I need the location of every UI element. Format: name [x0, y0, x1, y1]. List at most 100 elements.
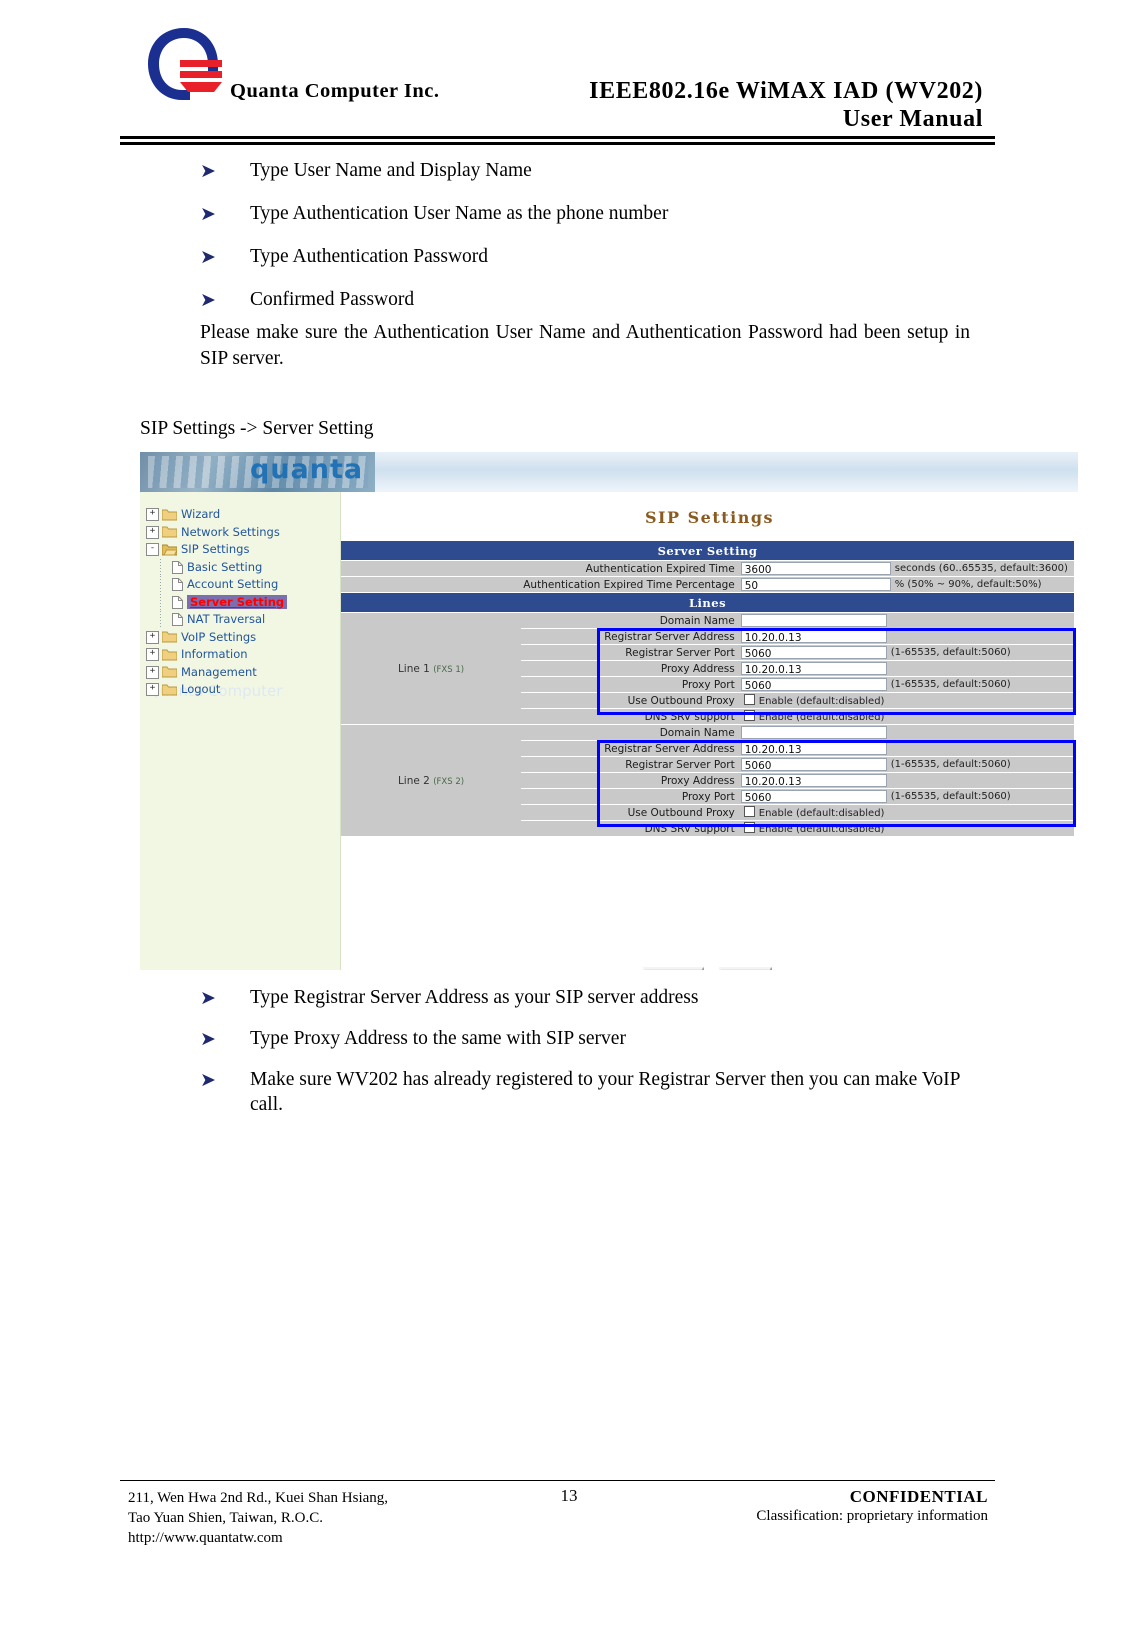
field-value-cell: 5060 (1-65535, default:5060) [739, 645, 1074, 660]
row-spacer [521, 645, 604, 660]
folder-open-icon [162, 544, 177, 556]
input-authentication-expired-time-percentage[interactable]: 50 [740, 578, 891, 592]
arrow-bullet-icon: ➤ [200, 289, 216, 311]
sidebar-item-label: SIP Settings [181, 542, 250, 556]
field-label: DNS SRV support [603, 821, 740, 836]
field-value-cell: 5060 (1-65535, default:5060) [739, 757, 1074, 772]
tree-expander-icon[interactable]: + [146, 525, 159, 539]
form-buttons: Submit Reset [341, 966, 1074, 970]
checkbox-icon[interactable] [743, 694, 755, 705]
input-authentication-expired-time[interactable]: 3600 [740, 562, 891, 576]
section-title: SIP Settings -> Server Setting [140, 418, 374, 439]
field-value-cell: Enable (default:disabled) [739, 805, 1074, 820]
checkbox-label: Enable (default:disabled) [758, 712, 885, 723]
line-name: Line 1 [397, 662, 430, 675]
sidebar-item-wizard[interactable]: + Wizard [146, 506, 341, 524]
field-label: DNS SRV support [603, 709, 740, 724]
sidebar-item-sip-settings[interactable]: - SIP Settings [146, 541, 341, 559]
table-row: Line 2 (FXS 2) Domain Name [341, 725, 1074, 836]
sidebar-item-management[interactable]: + Management [146, 664, 341, 682]
input-registrar-server-port[interactable]: 5060 [740, 646, 887, 660]
checkbox-icon[interactable] [743, 822, 755, 833]
input-domain-name[interactable] [740, 726, 887, 739]
row-spacer [521, 661, 604, 676]
sidebar-item-nat-traversal[interactable]: NAT Traversal [146, 611, 341, 629]
classification-label: Classification: proprietary information [756, 1508, 988, 1524]
row-spacer [521, 629, 604, 644]
instruction-item: ➤ Type Authentication Password [200, 244, 1000, 269]
input-domain-name[interactable] [740, 614, 887, 627]
tree-expander-icon[interactable]: + [146, 683, 159, 697]
field-label: Proxy Port [603, 677, 740, 692]
submit-button[interactable]: Submit [643, 967, 705, 970]
sidebar-item-voip-settings[interactable]: + VoIP Settings [146, 629, 341, 647]
input-proxy-port[interactable]: 5060 [740, 790, 887, 804]
lines-header: Lines [341, 593, 1074, 612]
document-icon [172, 560, 183, 574]
sidebar-item-label: Network Settings [181, 524, 280, 539]
checkbox-use-outbound-proxy[interactable]: Enable (default:disabled) [741, 806, 884, 819]
tree-expander-icon[interactable]: + [146, 508, 159, 522]
row-spacer [521, 677, 604, 692]
field-value-cell [739, 725, 1074, 740]
row-spacer [521, 773, 604, 788]
instruction-text: Confirmed Password [250, 289, 415, 310]
navigation-tree: + Wizard + Network Settings - SIP Settings Bas… [146, 506, 341, 699]
checkbox-icon[interactable] [743, 806, 755, 817]
field-value-cell [739, 613, 1074, 628]
field-label: Domain Name [603, 725, 740, 740]
sidebar-item-label: VoIP Settings [181, 629, 257, 644]
field-label: Authentication Expired Time [521, 561, 740, 576]
instruction-list-bottom: ➤ Type Registrar Server Address as your S… [200, 985, 990, 1133]
input-registrar-server-address[interactable]: 10.20.0.13 [740, 742, 887, 756]
line-port: (FXS 1) [433, 664, 465, 675]
checkbox-dns-srv-support[interactable]: Enable (default:disabled) [741, 710, 885, 723]
sidebar-item-basic-setting[interactable]: Basic Setting [146, 558, 341, 576]
note-paragraph-top: Please make sure the Authentication User… [200, 322, 970, 369]
field-label: Domain Name [603, 613, 740, 628]
sidebar-item-label: Wizard [181, 507, 221, 521]
tree-expander-icon[interactable]: + [146, 665, 159, 679]
sidebar-item-account-setting[interactable]: Account Setting [146, 576, 341, 594]
input-proxy-address[interactable]: 10.20.0.13 [740, 774, 887, 788]
input-registrar-server-address[interactable]: 10.20.0.13 [740, 630, 887, 644]
instruction-text: Type Proxy Address to the same with SIP … [250, 1028, 626, 1049]
field-value-cell: 50% (50% ~ 90%, default:50%) [739, 577, 1074, 592]
instruction-item: ➤ Make sure WV202 has already registered … [200, 1067, 990, 1117]
tree-expander-icon[interactable]: + [146, 648, 159, 662]
input-registrar-server-port[interactable]: 5060 [740, 758, 887, 772]
webui-sidebar: Quanta Computer + Wizard + Network Settings… [140, 492, 341, 970]
webui-content: SIP Settings Server Setting Authenticatio… [341, 492, 1078, 970]
page-header: Quanta Computer Inc. IEEE802.16e WiMAX I… [0, 0, 1138, 145]
checkbox-icon[interactable] [743, 710, 755, 721]
tree-connector [160, 611, 161, 629]
row-spacer [521, 757, 604, 772]
quanta-logo-icon [140, 22, 230, 107]
sidebar-item-server-setting[interactable]: Server Setting [146, 593, 341, 611]
folder-icon [162, 684, 177, 696]
sidebar-item-information[interactable]: + Information [146, 646, 341, 664]
arrow-bullet-icon: ➤ [200, 203, 216, 225]
sidebar-item-label: Logout [181, 682, 221, 696]
sidebar-item-network-settings[interactable]: + Network Settings [146, 524, 341, 542]
field-value-cell: 5060 (1-65535, default:5060) [739, 789, 1074, 804]
row-spacer [521, 725, 604, 740]
field-hint: (1-65535, default:5060) [890, 679, 1011, 690]
tree-connector [160, 558, 161, 576]
input-proxy-address[interactable]: 10.20.0.13 [740, 662, 887, 676]
tree-expander-icon[interactable]: + [146, 630, 159, 644]
sidebar-item-label: Management [181, 664, 257, 679]
arrow-bullet-icon: ➤ [200, 1069, 216, 1091]
reset-button[interactable]: Reset [719, 967, 772, 970]
checkbox-dns-srv-support[interactable]: Enable (default:disabled) [741, 822, 884, 835]
sidebar-item-logout[interactable]: + Logout [146, 681, 341, 699]
tree-expander-icon[interactable]: - [146, 543, 159, 557]
field-label: Registrar Server Port [603, 757, 740, 772]
folder-icon [162, 666, 177, 678]
checkbox-use-outbound-proxy[interactable]: Enable (default:disabled) [741, 694, 884, 707]
webui-banner: quanta [140, 452, 1078, 492]
input-proxy-port[interactable]: 5060 [740, 678, 887, 692]
field-label: Proxy Port [603, 789, 740, 804]
row-spacer [341, 577, 521, 592]
line-label: Line 2 (FXS 2) [341, 725, 521, 836]
